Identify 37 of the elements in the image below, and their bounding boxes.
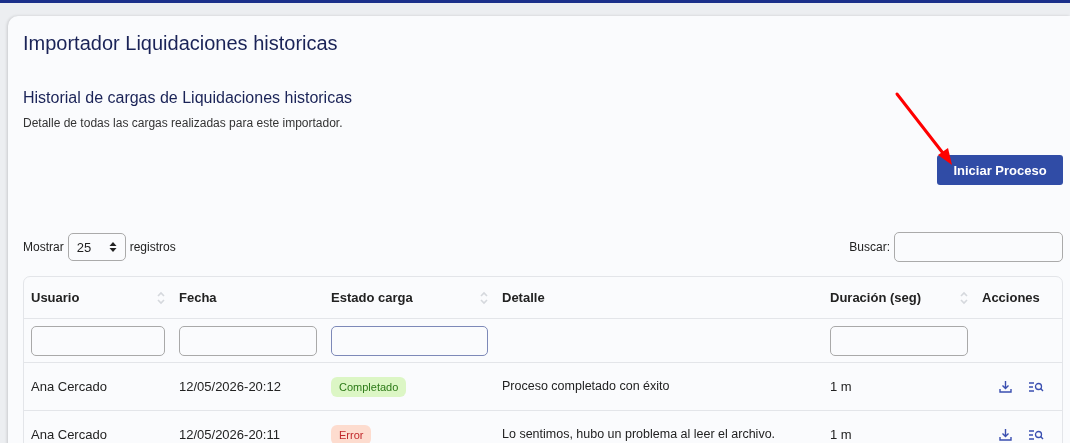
section-title: Historial de cargas de Liquidaciones historicas (23, 89, 354, 107)
filter-field[interactable] (830, 325, 968, 356)
filter-field[interactable] (331, 325, 488, 356)
filter-field[interactable] (179, 325, 317, 356)
page-size-select[interactable]: 25 (67, 233, 126, 261)
download-icon[interactable] (999, 380, 1012, 393)
status-badge: Error (331, 424, 372, 443)
section-description: Detalle de todas las cargas realizadas para este importador. (23, 116, 344, 130)
detail-text: Proceso completado con éxito (502, 379, 670, 394)
updown-icon (108, 241, 117, 253)
start-process-button[interactable]: Iniciar Proceso (937, 155, 1063, 185)
user-cell: Ana Cercado (31, 379, 107, 394)
search-list-icon[interactable] (1028, 380, 1044, 393)
sort-icon[interactable] (157, 290, 165, 305)
user-cell: Ana Cercado (31, 427, 107, 442)
search-list-icon[interactable] (1028, 428, 1044, 441)
filter-field[interactable] (31, 325, 165, 356)
detail-text: Lo sentimos, hubo un problema al leer el archivo. (502, 427, 776, 442)
sort-icon[interactable] (480, 290, 488, 305)
date-cell: 12/05/2026-20:11 (179, 427, 280, 442)
duration-cell: 1 m (830, 379, 852, 394)
column-header: Detalle (502, 290, 545, 305)
column-header: Usuario (31, 290, 80, 305)
column-header: Estado carga (331, 290, 413, 305)
status-badge: Completado (331, 376, 407, 397)
sort-icon[interactable] (960, 290, 968, 305)
search-label: Buscar: (849, 240, 890, 254)
date-cell: 12/05/2026-20:12 (179, 379, 281, 394)
search-field[interactable] (894, 232, 1063, 262)
column-header: Duración (seg) (830, 290, 921, 305)
download-icon[interactable] (999, 428, 1012, 441)
duration-cell: 1 m (830, 427, 852, 442)
page-title: Importador Liquidaciones historicas (23, 32, 339, 55)
records-label: registros (129, 240, 176, 254)
show-label: Mostrar (23, 240, 64, 254)
column-header: Fecha (179, 290, 217, 305)
column-header: Acciones (982, 290, 1040, 305)
